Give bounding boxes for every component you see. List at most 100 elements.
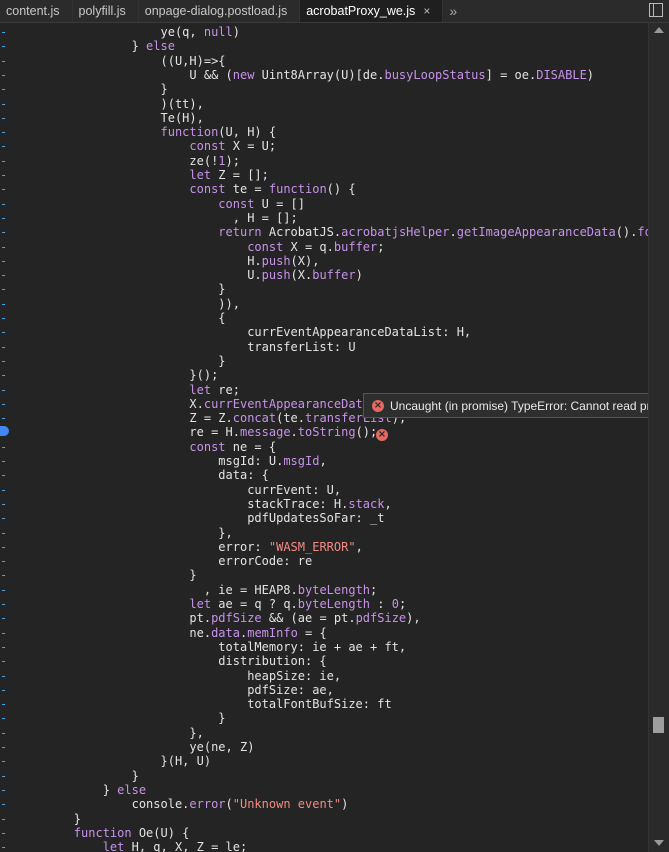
gutter-marker[interactable]: - [0,483,8,497]
gutter-marker[interactable]: - [0,740,8,754]
gutter-marker[interactable]: - [0,340,8,354]
gutter-marker[interactable]: - [0,611,8,625]
gutter-marker[interactable]: - [0,25,8,39]
gutter-marker[interactable]: - [0,697,8,711]
gutter-marker[interactable]: - [0,568,8,582]
gutter-marker[interactable]: - [0,325,8,339]
tab-acrobatproxy-js[interactable]: acrobatProxy_we.js × [300,0,444,22]
gutter-marker[interactable]: - [0,554,8,568]
tab-label: onpage-dialog.postload.js [144,4,288,18]
toggle-panel-icon[interactable] [649,3,663,17]
code-text: Z = Z.concat(te.transferList), [16,411,407,426]
gutter-marker[interactable]: - [0,711,8,725]
editor-tab-bar: content.js polyfill.js onpage-dialog.pos… [0,0,669,23]
code-text: transferList: U [16,339,356,354]
code-text: }(H, U) [16,754,212,769]
gutter-marker[interactable]: - [0,182,8,196]
gutter-marker[interactable]: - [0,497,8,511]
gutter-marker[interactable]: - [0,597,8,611]
code-text: distribution: { [16,654,327,669]
code-text: currEventAppearanceDataList: H, [16,325,472,340]
gutter-marker[interactable]: - [0,683,8,697]
code-editor[interactable]: - ye(q, null) - } else - ((U,H)=>{- U && (… [0,23,648,852]
code-text: }(); [16,368,219,383]
gutter-marker[interactable]: - [0,840,8,852]
scroll-down-icon[interactable] [654,840,664,846]
gutter-marker[interactable]: - [0,197,8,211]
scroll-up-icon[interactable] [654,27,664,33]
code-text: { [16,311,226,325]
gutter-marker[interactable]: - [0,354,8,368]
gutter-marker[interactable]: - [0,311,8,325]
gutter-marker[interactable]: - [0,669,8,683]
code-text: } [16,711,226,726]
code-text: let Z = []; [189,168,269,182]
gutter-marker[interactable]: - [0,397,8,411]
gutter-marker[interactable]: - [0,411,8,425]
code-text: X.currEventAppearanceData [16,396,371,411]
gutter-marker[interactable]: - [0,769,8,783]
gutter-marker[interactable]: - [0,154,8,168]
gutter-marker[interactable]: - [0,211,8,225]
gutter-marker[interactable]: - [0,268,8,282]
gutter-marker[interactable]: - [0,640,8,654]
code-text: return AcrobatJS.acrobatjsHelper.getImag… [218,225,648,240]
code-text: msgId: U.msgId, [16,454,327,468]
gutter-marker[interactable]: - [0,583,8,597]
tab-label: content.js [6,4,60,18]
gutter-marker[interactable]: - [0,282,8,296]
tab-label: acrobatProxy_we.js [306,4,416,18]
gutter-marker[interactable]: - [0,540,8,554]
gutter-marker[interactable]: - [0,225,8,239]
gutter-marker[interactable]: - [0,797,8,811]
tab-content-js[interactable]: content.js [0,0,73,22]
gutter-marker[interactable]: - [0,125,8,139]
gutter-marker[interactable]: - [0,454,8,468]
gutter-marker[interactable]: - [0,783,8,797]
gutter-marker[interactable]: - [0,297,8,311]
tab-polyfill-js[interactable]: polyfill.js [73,0,139,22]
code-text: } [16,811,82,826]
gutter-marker[interactable]: - [0,168,8,182]
code-text: H.push(X), [16,253,320,268]
gutter-marker[interactable]: - [0,726,8,740]
code-text: pdfUpdatesSoFar: _t [16,511,385,526]
gutter-marker[interactable]: - [0,368,8,382]
gutter-marker[interactable]: - [0,468,8,482]
gutter-marker[interactable]: - [0,139,8,153]
code-text: currEvent: U, [16,482,342,497]
gutter-marker[interactable]: - [0,526,8,540]
gutter-marker[interactable]: - [0,254,8,268]
gutter-marker[interactable]: - [0,511,8,525]
code-text: let ae = q ? q.byteLength : 0; [189,597,407,611]
gutter-marker[interactable]: - [0,111,8,125]
inline-error-icon[interactable]: × [376,429,388,441]
code-text: pt.pdfSize && (ae = pt.pdfSize), [16,611,421,626]
vertical-scrollbar[interactable] [648,23,669,852]
gutter-marker[interactable]: - [0,626,8,640]
scrollbar-thumb[interactable] [653,717,664,733]
code-text: U.push(X.buffer) [16,268,363,283]
code-text: ye(q, null) [16,25,240,39]
gutter-marker[interactable]: - [0,826,8,840]
gutter-marker[interactable]: - [0,54,8,68]
gutter-marker[interactable]: - [0,383,8,397]
code-text: pdfSize: ae, [16,682,334,697]
more-tabs-icon[interactable]: » [443,0,463,22]
code-text: let H, q, X, Z = le; [102,840,248,852]
gutter-marker[interactable]: - [0,812,8,826]
gutter-marker[interactable]: - [0,97,8,111]
gutter-marker[interactable]: - [0,654,8,668]
gutter-marker[interactable]: - [0,440,8,454]
code-text: } [16,282,226,297]
close-tab-icon[interactable]: × [423,4,430,18]
gutter-marker[interactable]: - [0,82,8,96]
code-text: const X = U; [189,139,277,154]
gutter-marker[interactable]: - [0,240,8,254]
gutter-marker[interactable]: - [0,39,8,53]
code-text: let re; [189,382,240,397]
gutter-marker[interactable]: - [0,68,8,82]
code-text: } [16,768,139,783]
gutter-marker[interactable]: - [0,754,8,768]
tab-onpage-dialog-js[interactable]: onpage-dialog.postload.js [139,0,301,22]
